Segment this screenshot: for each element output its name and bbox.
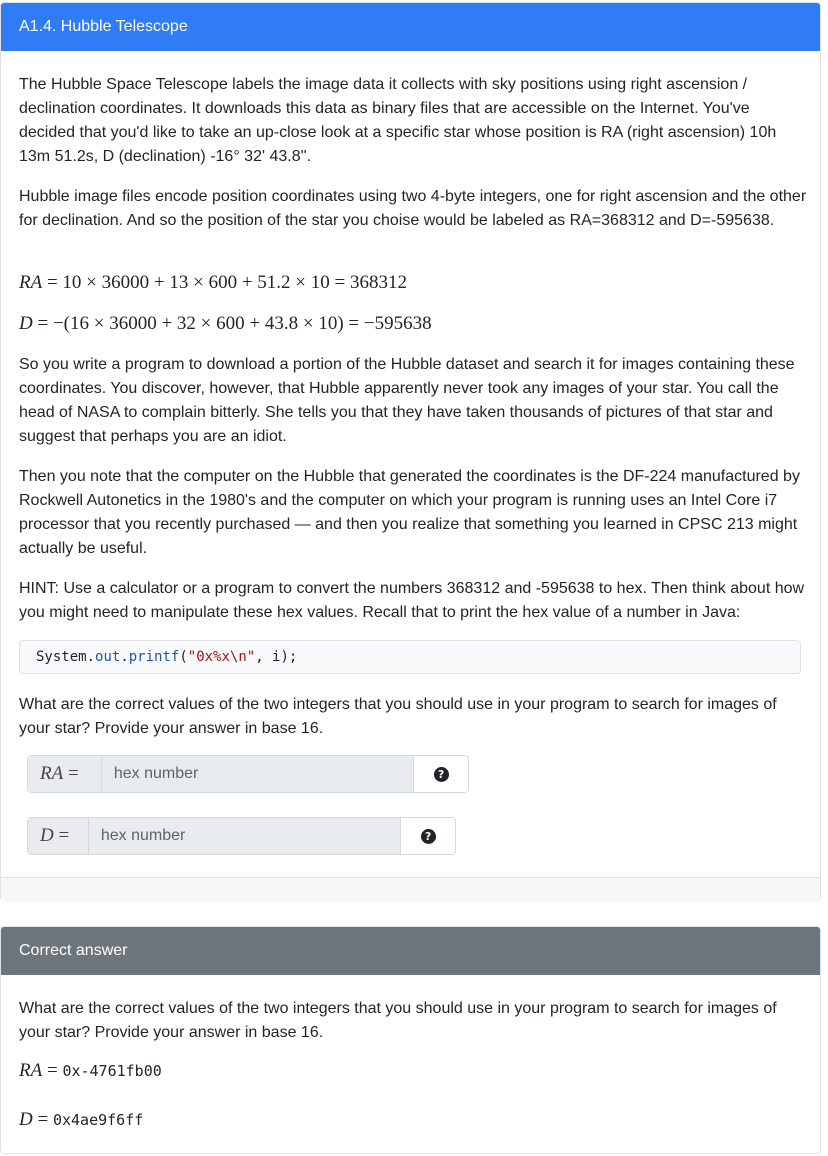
code-token: , i); [255,649,298,665]
d-equation: D = −(16 × 36000 + 32 × 600 + 43.8 × 10)… [19,312,432,336]
code-token: "0x%x\n" [187,649,256,665]
question-circle-icon: ? [420,828,436,844]
encoding-paragraph: Hubble image files encode position coord… [19,188,807,229]
ra-answer: RA = 0x-4761fb00 [19,1059,162,1083]
realization-paragraph: Then you note that the computer on the H… [19,468,800,557]
code-token: printf [128,649,180,665]
question-prompt: What are the correct values of the two i… [19,696,777,737]
question-card-footer [1,877,820,902]
ra-label-eq: = [63,763,79,784]
question-circle-icon: ? [433,766,449,782]
story-paragraph: So you write a program to download a por… [19,356,795,445]
d-input-label: D = [28,818,89,854]
d-equation-rhs: = −(16 × 36000 + 32 × 600 + 43.8 × 10) =… [32,313,432,334]
ra-equation: RA = 10 × 36000 + 13 × 600 + 51.2 × 10 =… [19,271,407,295]
code-token: . [120,649,129,665]
d-help-button[interactable]: ? [400,818,455,854]
question-card: A1.4. Hubble Telescope The Hubble Space … [0,2,821,902]
d-answer-value: 0x4ae9f6ff [52,1111,144,1129]
d-label-var: D [40,825,54,846]
ra-answer-value: 0x-4761fb00 [62,1062,162,1080]
hint-paragraph: HINT: Use a calculator or a program to c… [19,580,805,621]
ra-input-group: RA = ? [27,755,469,793]
question-title: A1.4. Hubble Telescope [1,3,820,51]
java-code-snippet: System.out.printf("0x%x\n", i); [19,640,801,674]
code-token: ( [179,649,188,665]
ra-answer-eq: = [42,1060,63,1081]
intro-paragraph: The Hubble Space Telescope labels the im… [19,76,777,165]
d-answer-eq: = [32,1109,53,1130]
ra-equation-var: RA [19,272,43,293]
d-equation-var: D [19,313,33,334]
answer-card: Correct answer What are the correct valu… [0,926,821,1154]
ra-input-label: RA = [28,756,102,792]
d-input-group: D = ? [27,817,456,855]
code-token: out [95,649,121,665]
d-answer: D = 0x4ae9f6ff [19,1108,143,1132]
code-token: System. [36,649,96,665]
ra-label-var: RA [40,763,64,784]
answer-title: Correct answer [1,927,820,975]
d-hex-input[interactable] [88,818,401,854]
ra-help-button[interactable]: ? [413,756,469,792]
d-answer-var: D [19,1109,33,1130]
ra-hex-input[interactable] [101,756,414,792]
answer-prompt: What are the correct values of the two i… [19,1000,777,1041]
ra-answer-var: RA [19,1060,43,1081]
ra-equation-rhs: = 10 × 36000 + 13 × 600 + 51.2 × 10 = 36… [42,272,407,293]
d-label-eq: = [53,825,70,846]
